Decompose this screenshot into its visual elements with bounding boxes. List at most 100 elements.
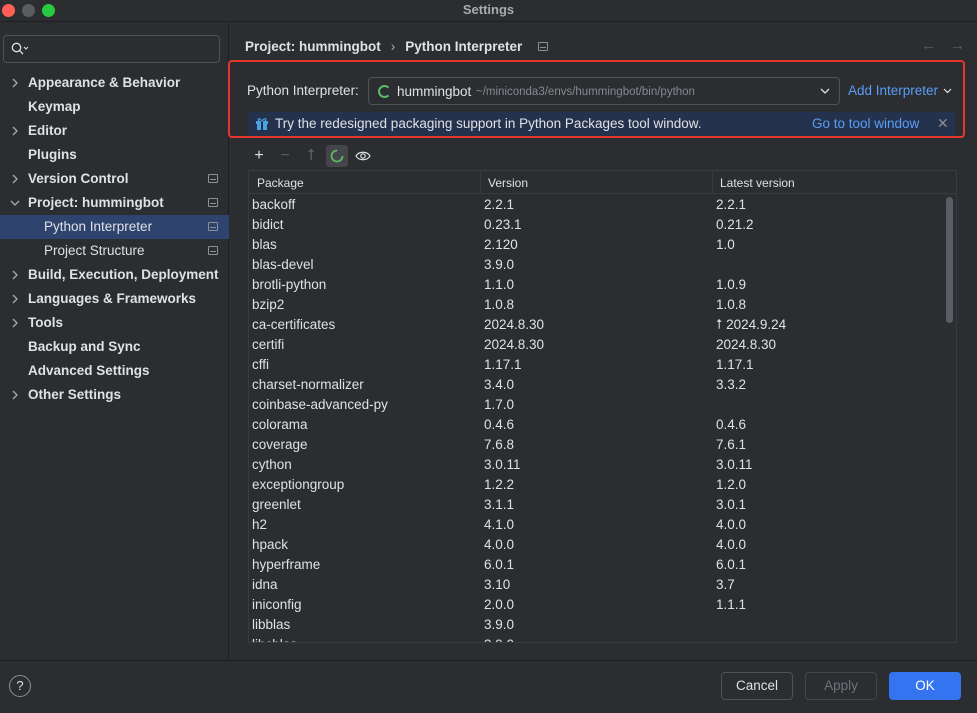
table-row[interactable]: cython 3.0.11 3.0.11 — [249, 455, 956, 475]
latest-version-cell: 3.0.1 — [716, 497, 747, 512]
history-navigation: ← → — [921, 37, 965, 54]
sidebar-item[interactable]: Advanced Settings — [0, 359, 229, 383]
help-button[interactable]: ? — [9, 675, 31, 697]
interpreter-select[interactable]: hummingbot ~/miniconda3/envs/hummingbot/… — [368, 77, 840, 105]
sidebar-item-label: Other Settings — [28, 387, 122, 402]
ok-button[interactable]: OK — [889, 672, 961, 700]
chevron-right-icon[interactable] — [9, 293, 21, 305]
table-row[interactable]: coinbase-advanced-py 1.7.0 — [249, 395, 956, 415]
breadcrumb-parent[interactable]: Project: hummingbot — [245, 39, 381, 54]
table-row[interactable]: h2 4.1.0 4.0.0 — [249, 515, 956, 535]
back-arrow-icon[interactable]: ← — [921, 37, 936, 54]
table-row[interactable]: iniconfig 2.0.0 1.1.1 — [249, 595, 956, 615]
upgrade-package-button[interactable]: ⭡ — [300, 145, 322, 167]
search-icon — [11, 42, 29, 55]
packaging-notification-banner: Try the redesigned packaging support in … — [248, 112, 955, 136]
sidebar-item-label: Advanced Settings — [28, 363, 150, 378]
chevron-right-icon[interactable] — [9, 269, 21, 281]
sidebar-item[interactable]: Python Interpreter — [0, 215, 229, 239]
sidebar-item[interactable]: Plugins — [0, 143, 229, 167]
sidebar-item[interactable]: Languages & Frameworks — [0, 287, 229, 311]
table-row[interactable]: libcblas 3.9.0 — [249, 635, 956, 642]
column-header-version[interactable]: Version — [488, 176, 528, 190]
close-icon[interactable]: ✕ — [937, 115, 949, 132]
refresh-button[interactable] — [326, 145, 348, 167]
sidebar-item[interactable]: Project: hummingbot — [0, 191, 229, 215]
vertical-scrollbar[interactable] — [946, 197, 953, 323]
table-row[interactable]: hpack 4.0.0 4.0.0 — [249, 535, 956, 555]
interpreter-name: hummingbot — [397, 84, 472, 99]
latest-version-cell: 1.0.8 — [716, 297, 747, 312]
search-input[interactable] — [3, 35, 220, 63]
sidebar-item[interactable]: Backup and Sync — [0, 335, 229, 359]
table-row[interactable]: colorama 0.4.6 0.4.6 — [249, 415, 956, 435]
sidebar-item[interactable]: Other Settings — [0, 383, 229, 407]
column-header-latest-version[interactable]: Latest version — [720, 176, 795, 190]
package-name-cell: idna — [252, 577, 278, 592]
sidebar-item[interactable]: Editor — [0, 119, 229, 143]
table-row[interactable]: bzip2 1.0.8 1.0.8 — [249, 295, 956, 315]
version-cell: 7.6.8 — [484, 437, 515, 452]
chevron-right-icon[interactable] — [9, 173, 21, 185]
sidebar-item[interactable]: Keymap — [0, 95, 229, 119]
table-row[interactable]: greenlet 3.1.1 3.0.1 — [249, 495, 956, 515]
latest-version-cell: 1.1.1 — [716, 597, 747, 612]
sidebar-item[interactable]: Tools — [0, 311, 229, 335]
project-level-icon — [208, 174, 218, 183]
package-name-cell: hyperframe — [252, 557, 321, 572]
chevron-right-icon[interactable] — [9, 317, 21, 329]
package-name-cell: blas — [252, 237, 277, 252]
table-row[interactable]: hyperframe 6.0.1 6.0.1 — [249, 555, 956, 575]
version-cell: 1.1.0 — [484, 277, 515, 292]
version-cell: 1.0.8 — [484, 297, 515, 312]
chevron-right-icon[interactable] — [9, 389, 21, 401]
table-row[interactable]: backoff 2.2.1 2.2.1 — [249, 195, 956, 215]
table-row[interactable]: libblas 3.9.0 — [249, 615, 956, 635]
sidebar-item[interactable]: Build, Execution, Deployment — [0, 263, 229, 287]
table-row[interactable]: charset-normalizer 3.4.0 3.3.2 — [249, 375, 956, 395]
table-row[interactable]: coverage 7.6.8 7.6.1 — [249, 435, 956, 455]
table-row[interactable]: exceptiongroup 1.2.2 1.2.0 — [249, 475, 956, 495]
table-row[interactable]: bidict 0.23.1 0.21.2 — [249, 215, 956, 235]
go-to-tool-window-link[interactable]: Go to tool window — [812, 116, 919, 131]
settings-sidebar: Appearance & Behavior Keymap Editor Plugins… — [0, 23, 229, 660]
package-name-cell: brotli-python — [252, 277, 327, 292]
column-header-package[interactable]: Package — [257, 176, 304, 190]
latest-version-cell: 0.21.2 — [716, 217, 754, 232]
table-row[interactable]: brotli-python 1.1.0 1.0.9 — [249, 275, 956, 295]
table-row[interactable]: blas-devel 3.9.0 — [249, 255, 956, 275]
add-package-button[interactable]: + — [248, 145, 270, 167]
version-cell: 3.9.0 — [484, 257, 515, 272]
package-name-cell: greenlet — [252, 497, 301, 512]
sidebar-item-label: Backup and Sync — [28, 339, 141, 354]
chevron-right-icon[interactable] — [9, 125, 21, 137]
show-early-releases-button[interactable] — [352, 145, 374, 167]
version-cell: 2024.8.30 — [484, 317, 545, 332]
title-bar: Settings — [0, 0, 977, 22]
table-row[interactable]: cffi 1.17.1 1.17.1 — [249, 355, 956, 375]
package-name-cell: cffi — [252, 357, 270, 372]
packages-toolbar: + − ⭡ — [248, 144, 954, 168]
chevron-down-icon[interactable] — [9, 197, 21, 209]
cancel-button[interactable]: Cancel — [721, 672, 793, 700]
package-name-cell: bzip2 — [252, 297, 285, 312]
sidebar-item[interactable]: Project Structure — [0, 239, 229, 263]
sidebar-item[interactable]: Version Control — [0, 167, 229, 191]
table-row[interactable]: blas 2.120 1.0 — [249, 235, 956, 255]
column-divider[interactable] — [712, 171, 713, 194]
chevron-right-icon: › — [390, 39, 396, 54]
forward-arrow-icon[interactable]: → — [950, 37, 965, 54]
add-interpreter-button[interactable]: Add Interpreter — [848, 83, 952, 98]
sidebar-item[interactable]: Appearance & Behavior — [0, 71, 229, 95]
apply-button[interactable]: Apply — [805, 672, 877, 700]
remove-package-button[interactable]: − — [274, 145, 296, 167]
table-row[interactable]: ca-certificates 2024.8.30 ⭡ 2024.9.24 — [249, 315, 956, 335]
package-name-cell: bidict — [252, 217, 284, 232]
table-row[interactable]: idna 3.10 3.7 — [249, 575, 956, 595]
column-divider[interactable] — [480, 171, 481, 194]
table-row[interactable]: certifi 2024.8.30 2024.8.30 — [249, 335, 956, 355]
version-cell: 3.1.1 — [484, 497, 515, 512]
chevron-right-icon[interactable] — [9, 77, 21, 89]
sidebar-item-label: Languages & Frameworks — [28, 291, 197, 306]
sidebar-item-label: Python Interpreter — [44, 219, 153, 234]
